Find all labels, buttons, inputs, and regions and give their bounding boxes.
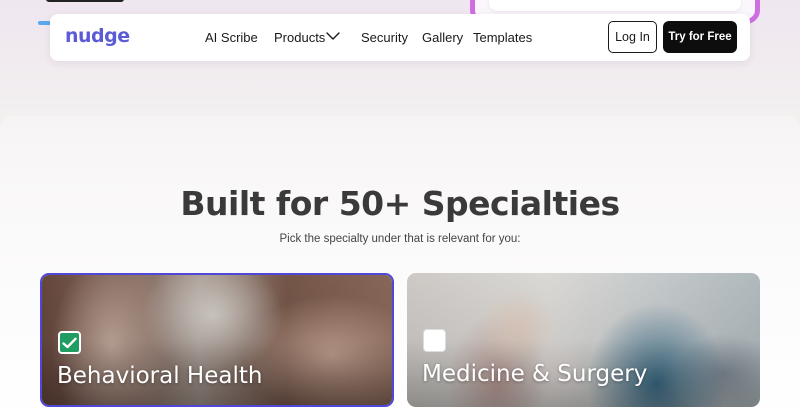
- specialty-checkbox-unchecked[interactable]: [423, 329, 446, 352]
- top-navbar: nudge AI Scribe Products Security Galler…: [50, 14, 750, 61]
- nav-link-templates[interactable]: Templates: [473, 30, 532, 45]
- page-subtitle: Pick the specialty under that is relevan…: [279, 233, 521, 245]
- login-button[interactable]: Log In: [608, 21, 657, 53]
- nudge-logo[interactable]: nudge: [65, 25, 130, 47]
- specialty-label: Medicine & Surgery: [422, 361, 648, 387]
- nav-link-gallery[interactable]: Gallery: [422, 30, 463, 45]
- checkmark-icon: [62, 337, 77, 348]
- specialty-label: Behavioral Health: [57, 363, 263, 389]
- specialty-card-behavioral-health[interactable]: Behavioral Health: [40, 273, 394, 407]
- nav-link-products[interactable]: Products: [274, 30, 325, 45]
- decorative-dark-bar: [46, 0, 124, 2]
- specialty-checkbox-checked[interactable]: [58, 331, 81, 354]
- page-title: Built for 50+ Specialties: [180, 184, 620, 223]
- specialty-card-medicine-surgery[interactable]: Medicine & Surgery: [407, 273, 760, 407]
- chevron-down-icon[interactable]: [326, 31, 340, 41]
- try-for-free-button[interactable]: Try for Free: [663, 21, 737, 53]
- nav-link-ai-scribe[interactable]: AI Scribe: [205, 30, 258, 45]
- nav-link-security[interactable]: Security: [361, 30, 408, 45]
- decorative-preview-card: [489, 0, 741, 11]
